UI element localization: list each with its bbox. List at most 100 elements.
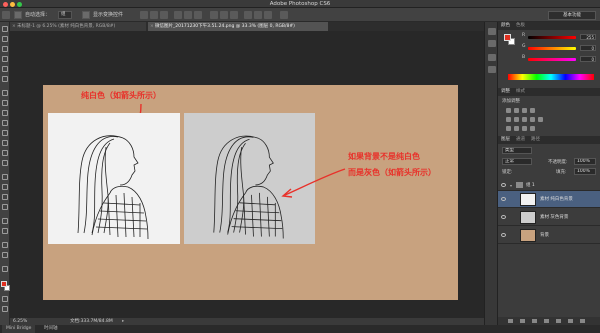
brightness-icon[interactable] — [506, 108, 511, 113]
3d-camera-tool-icon[interactable] — [2, 252, 8, 258]
blend-mode-dropdown[interactable]: 正常 — [502, 158, 532, 165]
vibrance-icon[interactable] — [506, 117, 511, 122]
layer-row-background[interactable]: 背景 — [498, 227, 600, 244]
mask-icon[interactable] — [532, 319, 537, 323]
opacity-field[interactable]: 100% — [574, 158, 596, 165]
workspace-switcher[interactable]: 基本功能 — [548, 11, 596, 20]
character-icon[interactable] — [488, 54, 496, 61]
gradient-map-icon[interactable] — [530, 126, 535, 131]
r-slider[interactable] — [528, 36, 576, 39]
pen-tool-icon[interactable] — [2, 174, 8, 180]
type-tool-icon[interactable] — [2, 184, 8, 190]
tab-styles[interactable]: 样式 — [513, 89, 528, 94]
color-spectrum[interactable] — [508, 74, 594, 80]
crop-tool-icon[interactable] — [2, 66, 8, 72]
quick-select-tool-icon[interactable] — [2, 56, 8, 62]
distribute-middle-icon[interactable] — [220, 11, 228, 19]
screen-mode-icon[interactable] — [2, 306, 8, 312]
zoom-tool-icon[interactable] — [2, 228, 8, 234]
status-menu-arrow-icon[interactable]: ▸ — [122, 318, 124, 325]
auto-select-dropdown[interactable]: 组 — [58, 11, 72, 19]
g-slider[interactable] — [528, 47, 576, 50]
align-right-icon[interactable] — [194, 11, 202, 19]
close-tab-icon[interactable]: × — [12, 22, 16, 31]
paragraph-icon[interactable] — [488, 66, 496, 73]
lasso-tool-icon[interactable] — [2, 46, 8, 52]
tab-paths[interactable]: 路径 — [528, 137, 543, 142]
move-tool-icon[interactable] — [2, 26, 8, 32]
properties-icon[interactable] — [488, 40, 496, 47]
layer-row-gray[interactable]: 素材 灰色背景 — [498, 209, 600, 226]
tab-layers[interactable]: 图层 — [498, 137, 513, 142]
chevron-down-icon[interactable]: ▾ — [510, 180, 512, 191]
history-icon[interactable] — [488, 28, 496, 35]
visibility-eye-icon[interactable] — [501, 233, 506, 237]
healing-brush-tool-icon[interactable] — [2, 90, 8, 96]
hand-tool-icon[interactable] — [2, 218, 8, 224]
fill-field[interactable]: 100% — [574, 168, 596, 175]
distribute-center-icon[interactable] — [254, 11, 262, 19]
tab-document-2[interactable]: × 微信图片_20171230下午3.51.24.png @ 33.3% (图层… — [148, 22, 328, 31]
move-tool-icon[interactable] — [2, 11, 10, 19]
tab-adjustments[interactable]: 调整 — [498, 89, 513, 94]
dodge-tool-icon[interactable] — [2, 160, 8, 166]
auto-align-icon[interactable] — [280, 11, 288, 19]
curves-icon[interactable] — [522, 108, 527, 113]
visibility-eye-icon[interactable] — [501, 197, 506, 201]
distribute-right-icon[interactable] — [264, 11, 272, 19]
tab-timeline[interactable]: 时间轴 — [40, 325, 62, 333]
default-colors-icon[interactable] — [2, 266, 8, 272]
tab-swatches[interactable]: 色板 — [513, 23, 528, 28]
trash-icon[interactable] — [580, 319, 585, 323]
eyedropper-tool-icon[interactable] — [2, 76, 8, 82]
align-top-icon[interactable] — [140, 11, 148, 19]
history-brush-tool-icon[interactable] — [2, 120, 8, 126]
new-layer-icon[interactable] — [568, 319, 573, 323]
exposure-icon[interactable] — [530, 108, 535, 113]
tab-mini-bridge[interactable]: Mini Bridge — [2, 325, 36, 333]
document-canvas[interactable]: 纯白色（如箭头所示） 如果背景不是纯白色 而是灰色（如箭头所示） — [43, 85, 458, 300]
threshold-icon[interactable] — [522, 126, 527, 131]
eraser-tool-icon[interactable] — [2, 130, 8, 136]
blur-tool-icon[interactable] — [2, 150, 8, 156]
canvas-area[interactable]: 纯白色（如箭头所示） 如果背景不是纯白色 而是灰色（如箭头所示） — [10, 31, 484, 318]
shape-tool-icon[interactable] — [2, 204, 8, 210]
foreground-color-swatch[interactable] — [1, 281, 7, 287]
levels-icon[interactable] — [514, 108, 519, 113]
marquee-tool-icon[interactable] — [2, 36, 8, 42]
invert-icon[interactable] — [506, 126, 511, 131]
distribute-top-icon[interactable] — [210, 11, 218, 19]
align-middle-icon[interactable] — [150, 11, 158, 19]
path-select-tool-icon[interactable] — [2, 194, 8, 200]
new-group-icon[interactable] — [556, 319, 561, 323]
tab-document-1[interactable]: × 未标题-1 @ 6.25% (素材 纯白色背景, RGB/8#) — [10, 22, 146, 31]
align-left-icon[interactable] — [174, 11, 182, 19]
distribute-left-icon[interactable] — [244, 11, 252, 19]
tab-channels[interactable]: 通道 — [513, 137, 528, 142]
black-white-icon[interactable] — [530, 117, 535, 122]
link-layers-icon[interactable] — [508, 319, 513, 323]
3d-rotate-tool-icon[interactable] — [2, 242, 8, 248]
fx-icon[interactable] — [520, 319, 525, 323]
r-value[interactable]: 255 — [580, 34, 596, 40]
color-panel-fg-swatch[interactable] — [504, 34, 511, 41]
layer-row-white[interactable]: 素材 纯白色背景 — [498, 191, 600, 208]
align-center-icon[interactable] — [184, 11, 192, 19]
clone-stamp-tool-icon[interactable] — [2, 110, 8, 116]
zoom-level[interactable]: 6.25% — [13, 318, 27, 325]
distribute-bottom-icon[interactable] — [230, 11, 238, 19]
b-slider[interactable] — [528, 58, 576, 61]
tab-color[interactable]: 颜色 — [498, 23, 513, 28]
posterize-icon[interactable] — [514, 126, 519, 131]
show-transform-checkbox[interactable] — [82, 11, 90, 19]
g-value[interactable]: 0 — [580, 45, 596, 51]
quick-mask-icon[interactable] — [2, 296, 8, 302]
layer-kind-filter[interactable]: 类型 — [502, 147, 532, 154]
brush-tool-icon[interactable] — [2, 100, 8, 106]
visibility-eye-icon[interactable] — [501, 215, 506, 219]
auto-select-checkbox[interactable] — [14, 11, 22, 19]
adjustment-layer-icon[interactable] — [544, 319, 549, 323]
photo-filter-icon[interactable] — [538, 117, 543, 122]
visibility-eye-icon[interactable] — [501, 183, 506, 187]
gradient-tool-icon[interactable] — [2, 140, 8, 146]
